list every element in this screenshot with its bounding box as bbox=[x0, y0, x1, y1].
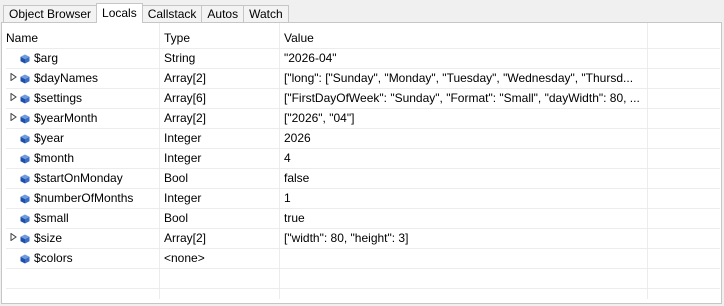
variable-value: "2026-04" bbox=[284, 51, 337, 65]
variable-name: $year bbox=[34, 131, 65, 145]
variable-name-cell: $colors bbox=[6, 249, 159, 268]
variable-name: $settings bbox=[34, 91, 83, 105]
tab-bar: Object Browser Locals Callstack Autos Watch bbox=[3, 3, 289, 23]
table-row[interactable]: $year Integer 2026 bbox=[6, 129, 720, 149]
variable-name: $size bbox=[34, 231, 63, 245]
tab-autos[interactable]: Autos bbox=[201, 5, 245, 23]
table-row[interactable]: $size Array[2] ["width": 80, "height": 3] bbox=[6, 229, 720, 249]
variable-icon-wrapper bbox=[20, 54, 34, 64]
table-row[interactable]: $dayNames Array[2] ["long": ["Sunday", "Mo… bbox=[6, 69, 720, 89]
variable-name-cell: $dayNames bbox=[6, 69, 159, 88]
variable-type: Bool bbox=[164, 211, 189, 225]
tab-locals[interactable]: Locals bbox=[96, 3, 143, 23]
variable-name-cell: $yearMonth bbox=[6, 109, 159, 128]
variable-name: $small bbox=[34, 211, 69, 225]
variable-icon-wrapper bbox=[20, 194, 34, 204]
table-row[interactable]: $settings Array[6] ["FirstDayOfWeek": "Sun… bbox=[6, 89, 720, 109]
table-row[interactable]: $arg String "2026-04" bbox=[6, 49, 720, 69]
empty-row bbox=[6, 289, 720, 303]
variable-name: $startOnMonday bbox=[34, 171, 123, 185]
variable-name-cell: $small bbox=[6, 209, 159, 228]
column-header-name[interactable]: Name bbox=[6, 29, 159, 48]
table-row[interactable]: $month Integer 4 bbox=[6, 149, 720, 169]
variable-name: $month bbox=[34, 151, 75, 165]
variable-name: $yearMonth bbox=[34, 111, 98, 125]
variable-name-cell: $year bbox=[6, 129, 159, 148]
table-row[interactable]: $colors <none> bbox=[6, 249, 720, 269]
variable-cube-icon bbox=[20, 134, 30, 143]
variable-name-cell: $startOnMonday bbox=[6, 169, 159, 188]
variable-icon-wrapper bbox=[20, 214, 34, 224]
variable-value: false bbox=[284, 171, 310, 185]
column-header-value[interactable]: Value bbox=[284, 29, 646, 48]
table-row[interactable]: $numberOfMonths Integer 1 bbox=[6, 189, 720, 209]
tab-callstack[interactable]: Callstack bbox=[141, 5, 203, 23]
variable-name-cell: $settings bbox=[6, 89, 159, 108]
variable-type: String bbox=[164, 51, 196, 65]
expand-arrow-icon[interactable] bbox=[6, 229, 20, 248]
variable-type: <none> bbox=[164, 251, 205, 265]
empty-row bbox=[6, 269, 720, 289]
variable-name: $numberOfMonths bbox=[34, 191, 134, 205]
locals-panel: Name Type Value $arg String "2026-04" $dayN… bbox=[1, 22, 722, 304]
variable-icon-wrapper bbox=[20, 234, 34, 244]
variable-cube-icon bbox=[20, 54, 30, 63]
variable-name-cell: $month bbox=[6, 149, 159, 168]
variable-cube-icon bbox=[20, 254, 30, 263]
variable-type: Integer bbox=[164, 151, 202, 165]
variable-value: 2026 bbox=[284, 131, 311, 145]
variable-value: 4 bbox=[284, 151, 291, 165]
variable-icon-wrapper bbox=[20, 114, 34, 124]
table-header: Name Type Value bbox=[6, 29, 720, 49]
expand-arrow-icon[interactable] bbox=[6, 69, 20, 88]
expand-arrow-icon[interactable] bbox=[6, 89, 20, 108]
variable-type: Integer bbox=[164, 131, 202, 145]
variable-cube-icon bbox=[20, 74, 30, 83]
variable-type: Array[2] bbox=[164, 231, 207, 245]
variable-icon-wrapper bbox=[20, 174, 34, 184]
variable-type: Array[2] bbox=[164, 111, 207, 125]
variable-icon-wrapper bbox=[20, 134, 34, 144]
variable-cube-icon bbox=[20, 154, 30, 163]
table-row[interactable]: $small Bool true bbox=[6, 209, 720, 229]
expand-arrow-icon[interactable] bbox=[6, 109, 20, 128]
variable-cube-icon bbox=[20, 94, 30, 103]
column-header-type[interactable]: Type bbox=[164, 29, 279, 48]
variables-table: Name Type Value $arg String "2026-04" $dayN… bbox=[6, 29, 720, 303]
tab-object-browser[interactable]: Object Browser bbox=[3, 5, 98, 23]
variable-cube-icon bbox=[20, 214, 30, 223]
variable-value: ["long": ["Sunday", "Monday", "Tuesday",… bbox=[284, 71, 634, 85]
variable-cube-icon bbox=[20, 114, 30, 123]
variable-icon-wrapper bbox=[20, 154, 34, 164]
variable-value: ["width": 80, "height": 3] bbox=[284, 231, 409, 245]
variable-icon-wrapper bbox=[20, 94, 34, 104]
variable-type: Array[6] bbox=[164, 91, 207, 105]
variable-name-cell: $numberOfMonths bbox=[6, 189, 159, 208]
variable-name: $colors bbox=[34, 251, 73, 265]
variable-cube-icon bbox=[20, 234, 30, 243]
variable-value: 1 bbox=[284, 191, 291, 205]
tab-watch[interactable]: Watch bbox=[243, 5, 289, 23]
variable-value bbox=[284, 249, 646, 268]
variable-value: ["2026", "04"] bbox=[284, 111, 355, 125]
variable-name: $arg bbox=[34, 51, 59, 65]
variable-value: true bbox=[284, 211, 305, 225]
variable-type: Integer bbox=[164, 191, 202, 205]
variable-type: Array[2] bbox=[164, 71, 207, 85]
variable-icon-wrapper bbox=[20, 74, 34, 84]
table-row[interactable]: $startOnMonday Bool false bbox=[6, 169, 720, 189]
variable-name-cell: $size bbox=[6, 229, 159, 248]
variable-name: $dayNames bbox=[34, 71, 99, 85]
table-row[interactable]: $yearMonth Array[2] ["2026", "04"] bbox=[6, 109, 720, 129]
variable-cube-icon bbox=[20, 194, 30, 203]
variable-cube-icon bbox=[20, 174, 30, 183]
variable-type: Bool bbox=[164, 171, 189, 185]
variable-value: ["FirstDayOfWeek": "Sunday", "Format": "… bbox=[284, 91, 640, 105]
variable-name-cell: $arg bbox=[6, 49, 159, 68]
variable-icon-wrapper bbox=[20, 254, 34, 264]
